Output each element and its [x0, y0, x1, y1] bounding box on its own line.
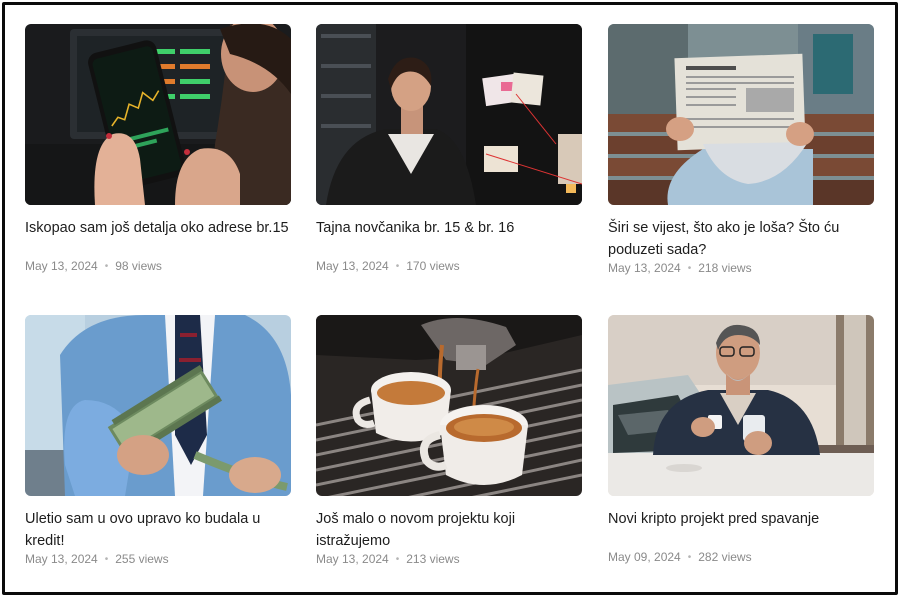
- post-thumbnail[interactable]: [608, 24, 874, 205]
- post-title[interactable]: Tajna novčanika br. 15 & br. 16: [316, 217, 582, 239]
- blog-post-grid: Iskopao sam još detalja oko adrese br.15…: [0, 0, 900, 597]
- separator-dot-icon: •: [395, 260, 400, 272]
- post-views: 282 views: [698, 550, 752, 564]
- post-card[interactable]: Širi se vijest, što ako je loša? Što ću …: [608, 24, 874, 275]
- man-coffee-phone-image: [608, 315, 874, 496]
- post-date: May 13, 2024: [608, 261, 681, 275]
- post-thumbnail[interactable]: [608, 315, 874, 496]
- post-title[interactable]: Iskopao sam još detalja oko adrese br.15: [25, 217, 291, 239]
- post-card[interactable]: Iskopao sam još detalja oko adrese br.15…: [25, 24, 291, 273]
- post-meta: May 13, 2024 • 255 views: [25, 552, 291, 566]
- post-meta: May 13, 2024 • 170 views: [316, 259, 582, 273]
- post-meta: May 13, 2024 • 98 views: [25, 259, 291, 273]
- post-views: 213 views: [406, 552, 460, 566]
- post-title[interactable]: Uletio sam u ovo upravo ko budala u kred…: [25, 508, 291, 552]
- post-date: May 13, 2024: [316, 259, 389, 273]
- investigator-board-image: [316, 24, 582, 205]
- post-meta: May 13, 2024 • 218 views: [608, 261, 874, 275]
- post-meta: May 13, 2024 • 213 views: [316, 552, 582, 566]
- post-views: 170 views: [406, 259, 460, 273]
- separator-dot-icon: •: [104, 553, 109, 565]
- separator-dot-icon: •: [687, 551, 692, 563]
- separator-dot-icon: •: [395, 553, 400, 565]
- post-thumbnail[interactable]: [25, 315, 291, 496]
- post-card[interactable]: Tajna novčanika br. 15 & br. 16 May 13, …: [316, 24, 582, 273]
- post-thumbnail[interactable]: [25, 24, 291, 205]
- post-date: May 13, 2024: [316, 552, 389, 566]
- post-thumbnail[interactable]: [316, 24, 582, 205]
- post-views: 218 views: [698, 261, 752, 275]
- trader-phone-image: [25, 24, 291, 205]
- post-card[interactable]: Novi kripto projekt pred spavanje May 09…: [608, 315, 874, 564]
- post-card[interactable]: Uletio sam u ovo upravo ko budala u kred…: [25, 315, 291, 566]
- man-reading-newspaper-image: [608, 24, 874, 205]
- post-meta: May 09, 2024 • 282 views: [608, 550, 874, 564]
- separator-dot-icon: •: [104, 260, 109, 272]
- post-title[interactable]: Novi kripto projekt pred spavanje: [608, 508, 874, 530]
- post-views: 98 views: [115, 259, 162, 273]
- post-thumbnail[interactable]: [316, 315, 582, 496]
- post-card[interactable]: Još malo o novom projektu koji istražuje…: [316, 315, 582, 566]
- post-date: May 09, 2024: [608, 550, 681, 564]
- post-title[interactable]: Još malo o novom projektu koji istražuje…: [316, 508, 582, 552]
- post-views: 255 views: [115, 552, 169, 566]
- post-date: May 13, 2024: [25, 552, 98, 566]
- separator-dot-icon: •: [687, 262, 692, 274]
- post-title[interactable]: Širi se vijest, što ako je loša? Što ću …: [608, 217, 874, 261]
- espresso-machine-image: [316, 315, 582, 496]
- post-date: May 13, 2024: [25, 259, 98, 273]
- businessman-cash-image: [25, 315, 291, 496]
